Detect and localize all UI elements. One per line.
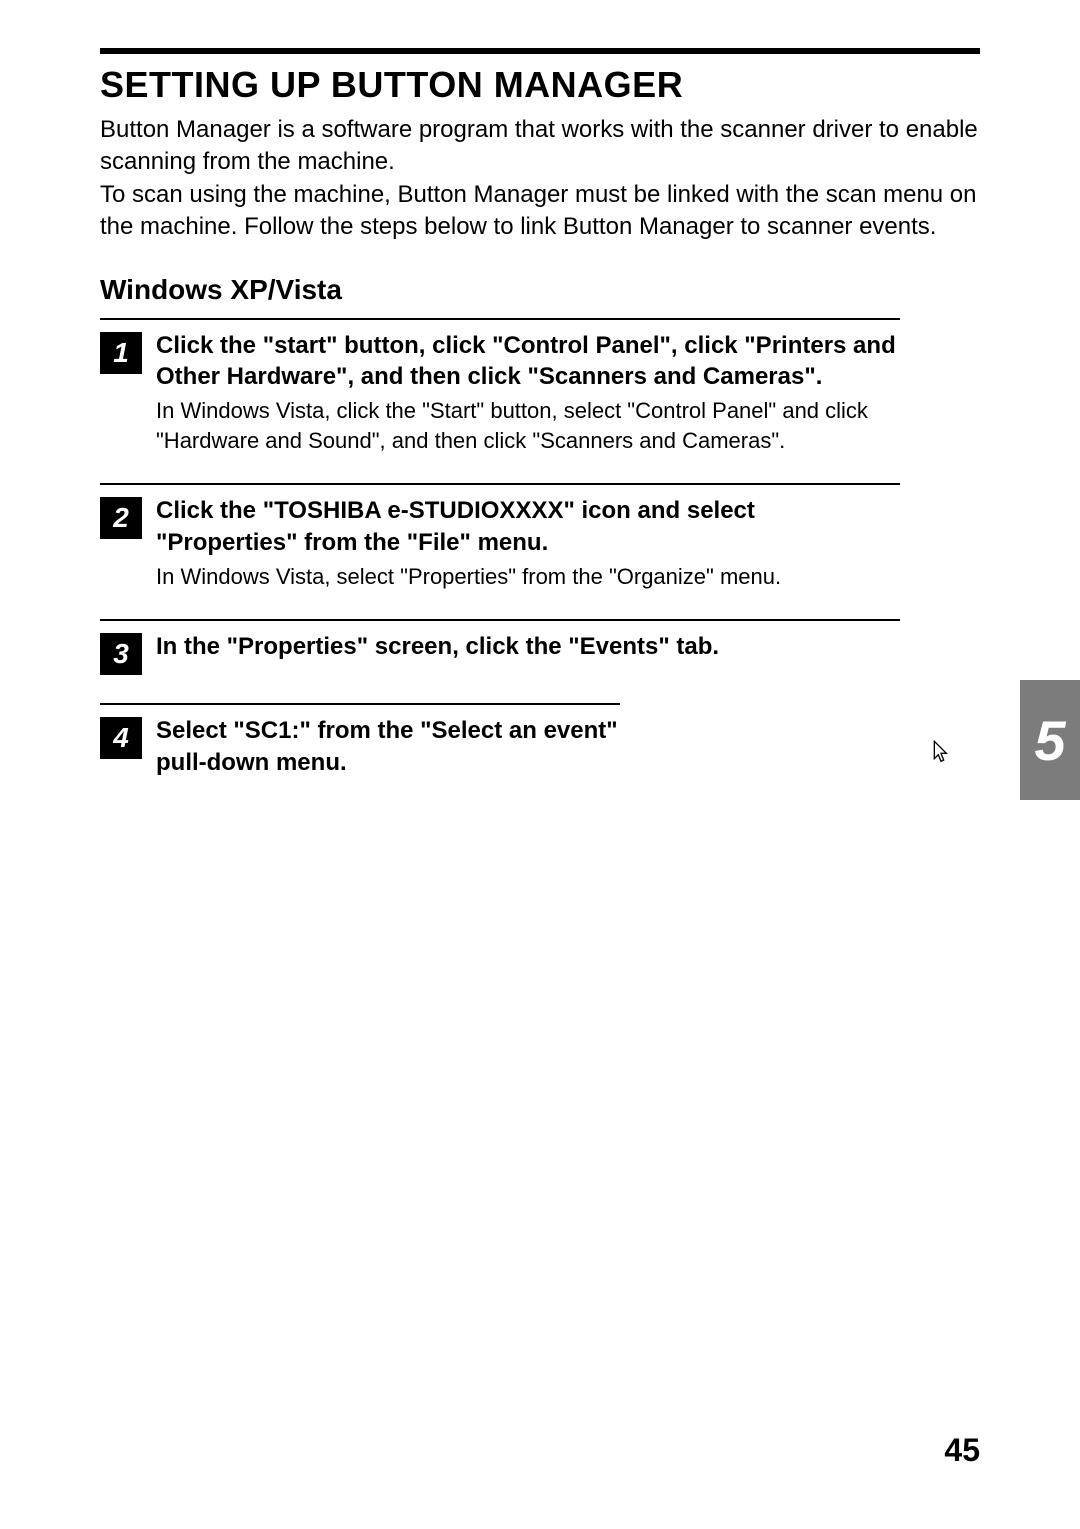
step-3: 3 In the "Properties" screen, click the …	[100, 619, 900, 675]
top-rule	[100, 48, 980, 54]
cursor-icon	[932, 740, 950, 771]
intro-line-2: To scan using the machine, Button Manage…	[100, 181, 977, 240]
step-heading: Click the "TOSHIBA e-STUDIOXXXX" icon an…	[156, 495, 900, 557]
step-body: Click the "TOSHIBA e-STUDIOXXXX" icon an…	[156, 495, 900, 591]
page-title: SETTING UP BUTTON MANAGER	[100, 64, 980, 106]
step-4: 4 Select "SC1:" from the "Select an even…	[100, 703, 620, 781]
step-body: In the "Properties" screen, click the "E…	[156, 631, 900, 666]
intro-paragraph: Button Manager is a software program tha…	[100, 114, 980, 244]
page-number: 45	[944, 1432, 980, 1469]
step-subtext: In Windows Vista, click the "Start" butt…	[156, 396, 900, 455]
step-heading: In the "Properties" screen, click the "E…	[156, 631, 900, 662]
step-body: Select "SC1:" from the "Select an event"…	[156, 715, 620, 781]
chapter-tab: 5	[1020, 680, 1080, 800]
step-heading: Select "SC1:" from the "Select an event"…	[156, 715, 620, 777]
step-number: 3	[100, 633, 142, 675]
page: SETTING UP BUTTON MANAGER Button Manager…	[0, 0, 1080, 1529]
os-subhead: Windows XP/Vista	[100, 274, 980, 306]
step-heading: Click the "start" button, click "Control…	[156, 330, 900, 392]
step-number: 2	[100, 497, 142, 539]
step-number: 4	[100, 717, 142, 759]
step-body: Click the "start" button, click "Control…	[156, 330, 900, 456]
intro-line-1: Button Manager is a software program tha…	[100, 116, 978, 175]
step-1: 1 Click the "start" button, click "Contr…	[100, 318, 900, 456]
step-number: 1	[100, 332, 142, 374]
step-subtext: In Windows Vista, select "Properties" fr…	[156, 562, 900, 592]
step-2: 2 Click the "TOSHIBA e-STUDIOXXXX" icon …	[100, 483, 900, 591]
